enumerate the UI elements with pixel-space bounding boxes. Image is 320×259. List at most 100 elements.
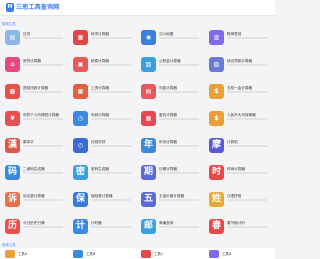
tool-description-placeholder	[23, 37, 63, 39]
tool-description-placeholder	[227, 118, 267, 120]
tax-person-icon[interactable]: ¥	[5, 111, 20, 126]
bottom-tool-item[interactable]: 工具D	[204, 250, 264, 258]
section-title-query: 查询工具	[2, 243, 16, 247]
tool-description-placeholder	[23, 145, 63, 147]
tool-description-placeholder	[159, 64, 199, 66]
qrcode-icon[interactable]: 码	[5, 165, 20, 180]
house-loan-icon[interactable]: ⌂	[5, 57, 20, 72]
spring-icon[interactable]: 春	[209, 219, 224, 234]
tool-description-placeholder	[159, 145, 199, 147]
bottom-tool-label[interactable]: 工具A	[18, 252, 27, 256]
tool-item[interactable]: ▦ 复利计算器	[136, 109, 204, 131]
premium-icon[interactable]: 保	[73, 192, 88, 207]
pinyin-icon[interactable]: 姓	[209, 192, 224, 207]
fund-icon[interactable]: ▧	[141, 57, 156, 72]
tool-item[interactable]: ▤ 利息计算器	[136, 82, 204, 104]
tool-description-placeholder	[159, 172, 199, 174]
tool-icon[interactable]	[73, 250, 83, 258]
hardware-icon[interactable]: 五	[141, 192, 156, 207]
map-icon[interactable]: ◉	[141, 30, 156, 45]
tool-icon[interactable]	[141, 250, 151, 258]
tool-item[interactable]: ▧ 公积金计算器	[136, 55, 204, 77]
traditional-icon[interactable]: 漢	[5, 138, 20, 153]
tool-item[interactable]: 时时间计算器	[204, 163, 272, 185]
tool-description-placeholder	[159, 118, 199, 120]
top-bar: M 三思工具查询网	[0, 0, 275, 16]
site-name[interactable]: 三思工具查询网	[16, 3, 59, 12]
tool-item[interactable]: ▥ 账单签到	[204, 28, 272, 50]
tool-item[interactable]: $ 五险一金计算器	[204, 82, 272, 104]
tool-item[interactable]: ◉ 汉斗地图	[136, 28, 204, 50]
tool-item[interactable]: 年年份计算器	[136, 136, 204, 158]
tool-icon[interactable]	[209, 250, 219, 258]
lawsuit-icon[interactable]: 诉	[5, 192, 20, 207]
tool-item[interactable]: 春春节倒计时	[204, 217, 272, 239]
tool-item[interactable]: 摩计算机	[204, 136, 272, 158]
tool-item[interactable]: ▨ 综合贷款计算器	[204, 55, 272, 77]
bottom-tool-item[interactable]: 工具C	[136, 250, 196, 258]
date-icon[interactable]: 期	[141, 165, 156, 180]
tool-description-placeholder	[91, 64, 131, 66]
year-icon[interactable]: 年	[141, 138, 156, 153]
tool-description-placeholder	[159, 226, 199, 228]
tool-item[interactable]: 密密码生成器	[68, 163, 136, 185]
calculator-icon[interactable]: ▦	[73, 30, 88, 45]
password-icon[interactable]: 密	[73, 165, 88, 180]
tool-description-placeholder	[227, 226, 267, 228]
tool-description-placeholder	[91, 172, 131, 174]
tool-description-placeholder	[227, 172, 267, 174]
repay-icon[interactable]: ▩	[5, 84, 20, 99]
tool-icon[interactable]	[5, 250, 15, 258]
tool-item[interactable]: 保保险费计算器	[68, 190, 136, 212]
tool-description-placeholder	[227, 91, 267, 93]
tool-item[interactable]: ◴ 在线时钟	[68, 136, 136, 158]
rmb-icon[interactable]: $	[209, 111, 224, 126]
tool-description-placeholder	[91, 37, 131, 39]
bill-icon[interactable]: ▥	[209, 30, 224, 45]
bottom-tool-item[interactable]: 工具B	[68, 250, 128, 258]
tool-item[interactable]: 期日期计算器	[136, 163, 204, 185]
tool-item[interactable]: 计计时器	[68, 217, 136, 239]
bottom-tool-label[interactable]: 工具C	[154, 252, 163, 256]
tool-item[interactable]: ▦ 科学计算器	[68, 28, 136, 50]
interest-icon[interactable]: ▤	[141, 84, 156, 99]
tool-item[interactable]: 历今日历史行情	[0, 217, 68, 239]
tool-item[interactable]: ▤ 日历	[0, 28, 68, 50]
tool-description-placeholder	[227, 145, 267, 147]
compound-icon[interactable]: ▦	[141, 111, 156, 126]
tool-description-placeholder	[91, 91, 131, 93]
tool-item[interactable]: 码二维码生成器	[0, 163, 68, 185]
postcode-icon[interactable]: 邮	[141, 219, 156, 234]
bottom-tool-item[interactable]: 工具A	[0, 250, 60, 258]
tool-item[interactable]: 漢繁体字	[0, 136, 68, 158]
tool-item[interactable]: ▦ 工资计算器	[68, 82, 136, 104]
tool-description-placeholder	[159, 91, 199, 93]
time-icon[interactable]: 时	[209, 165, 224, 180]
calendar-icon[interactable]: ▤	[5, 30, 20, 45]
tool-item[interactable]: ▩ 提前还款计算器	[0, 82, 68, 104]
tool-item[interactable]: ⌂ 房贷计算器	[0, 55, 68, 77]
tool-item[interactable]: ▣ 税费计算器	[68, 55, 136, 77]
tax-icon[interactable]: ▣	[73, 57, 88, 72]
tool-description-placeholder	[23, 91, 63, 93]
computer-icon[interactable]: 摩	[209, 138, 224, 153]
tool-item[interactable]: $ 人民币大写转换器	[204, 109, 272, 131]
loan-icon[interactable]: ▨	[209, 57, 224, 72]
tool-item[interactable]: 五五金价格计算器	[136, 190, 204, 212]
history-icon[interactable]: 历	[5, 219, 20, 234]
tool-description-placeholder	[23, 118, 63, 120]
tool-description-placeholder	[23, 226, 63, 228]
tool-item[interactable]: ¥ 年终个人所得税计算器	[0, 109, 68, 131]
bottom-tool-label[interactable]: 工具D	[222, 252, 231, 256]
salary-icon[interactable]: ▦	[73, 84, 88, 99]
timer-icon[interactable]: 计	[73, 219, 88, 234]
bottom-tool-label[interactable]: 工具B	[86, 252, 95, 256]
tool-item[interactable]: ◷ 年龄计算器	[68, 109, 136, 131]
tool-item[interactable]: 诉诉讼费计算器	[0, 190, 68, 212]
tool-item[interactable]: 邮邮编查询	[136, 217, 204, 239]
clock-icon[interactable]: ◴	[73, 138, 88, 153]
tool-item[interactable]: 姓汉语拼音	[204, 190, 272, 212]
site-logo-icon[interactable]: M	[6, 3, 14, 12]
age-icon[interactable]: ◷	[73, 111, 88, 126]
insurance-icon[interactable]: $	[209, 84, 224, 99]
